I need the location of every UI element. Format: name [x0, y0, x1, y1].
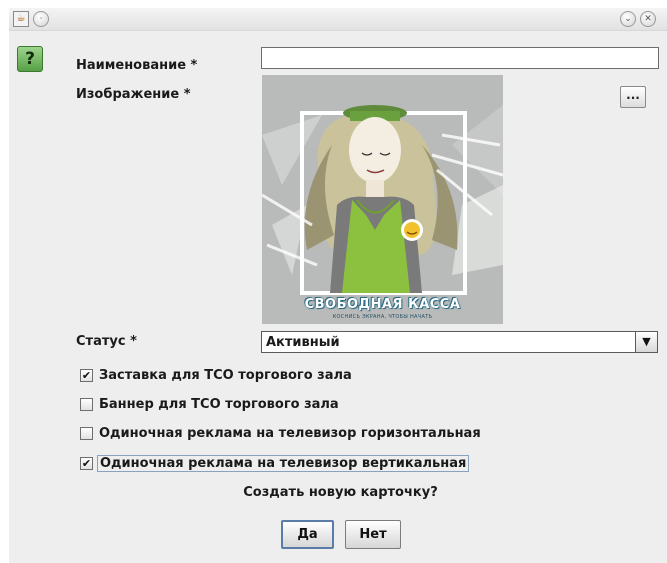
status-value: Активный	[266, 335, 340, 350]
checkbox-box[interactable]	[80, 427, 93, 440]
preview-subtitle: КОСНИСЬ ЭКРАНА, ЧТОБЫ НАЧАТЬ	[332, 314, 433, 320]
browse-button[interactable]: ...	[620, 86, 646, 108]
checkbox-box[interactable]: ✔	[80, 457, 93, 470]
checkbox-label: Одиночная реклама на телевизор горизонта…	[99, 426, 481, 441]
preview-title: СВОБОДНАЯ КАССА	[304, 297, 461, 312]
name-label: Наименование *	[76, 58, 198, 73]
checkbox-box[interactable]	[80, 398, 93, 411]
checkbox-label: Баннер для ТСО торгового зала	[99, 397, 339, 412]
status-select[interactable]: Активный ▼	[261, 331, 658, 353]
question-icon: ?	[17, 46, 43, 72]
checkbox-label: Заставка для ТСО торгового зала	[99, 368, 352, 383]
confirm-question: Создать новую карточку?	[0, 485, 667, 500]
minimize-icon[interactable]: ·	[33, 11, 49, 27]
preview-illustration	[262, 75, 503, 324]
close-icon[interactable]: ✕	[640, 11, 656, 27]
status-label: Статус *	[76, 334, 137, 349]
no-button[interactable]: Нет	[345, 520, 401, 549]
chevron-down-icon[interactable]: ⌄	[620, 11, 636, 27]
checkbox-box[interactable]: ✔	[80, 369, 93, 382]
name-input[interactable]	[261, 47, 659, 69]
yes-button[interactable]: Да	[281, 520, 334, 549]
chevron-down-icon[interactable]: ▼	[635, 332, 657, 352]
image-preview: СВОБОДНАЯ КАССА КОСНИСЬ ЭКРАНА, ЧТОБЫ НА…	[262, 75, 503, 324]
checkbox-label: Одиночная реклама на телевизор вертикаль…	[97, 455, 470, 472]
image-label: Изображение *	[76, 87, 191, 102]
java-cup-icon[interactable]: ☕	[13, 11, 29, 27]
title-bar: ☕ · ⌄ ✕	[9, 8, 667, 31]
confirm-question-text: Создать новую карточку?	[243, 485, 438, 500]
